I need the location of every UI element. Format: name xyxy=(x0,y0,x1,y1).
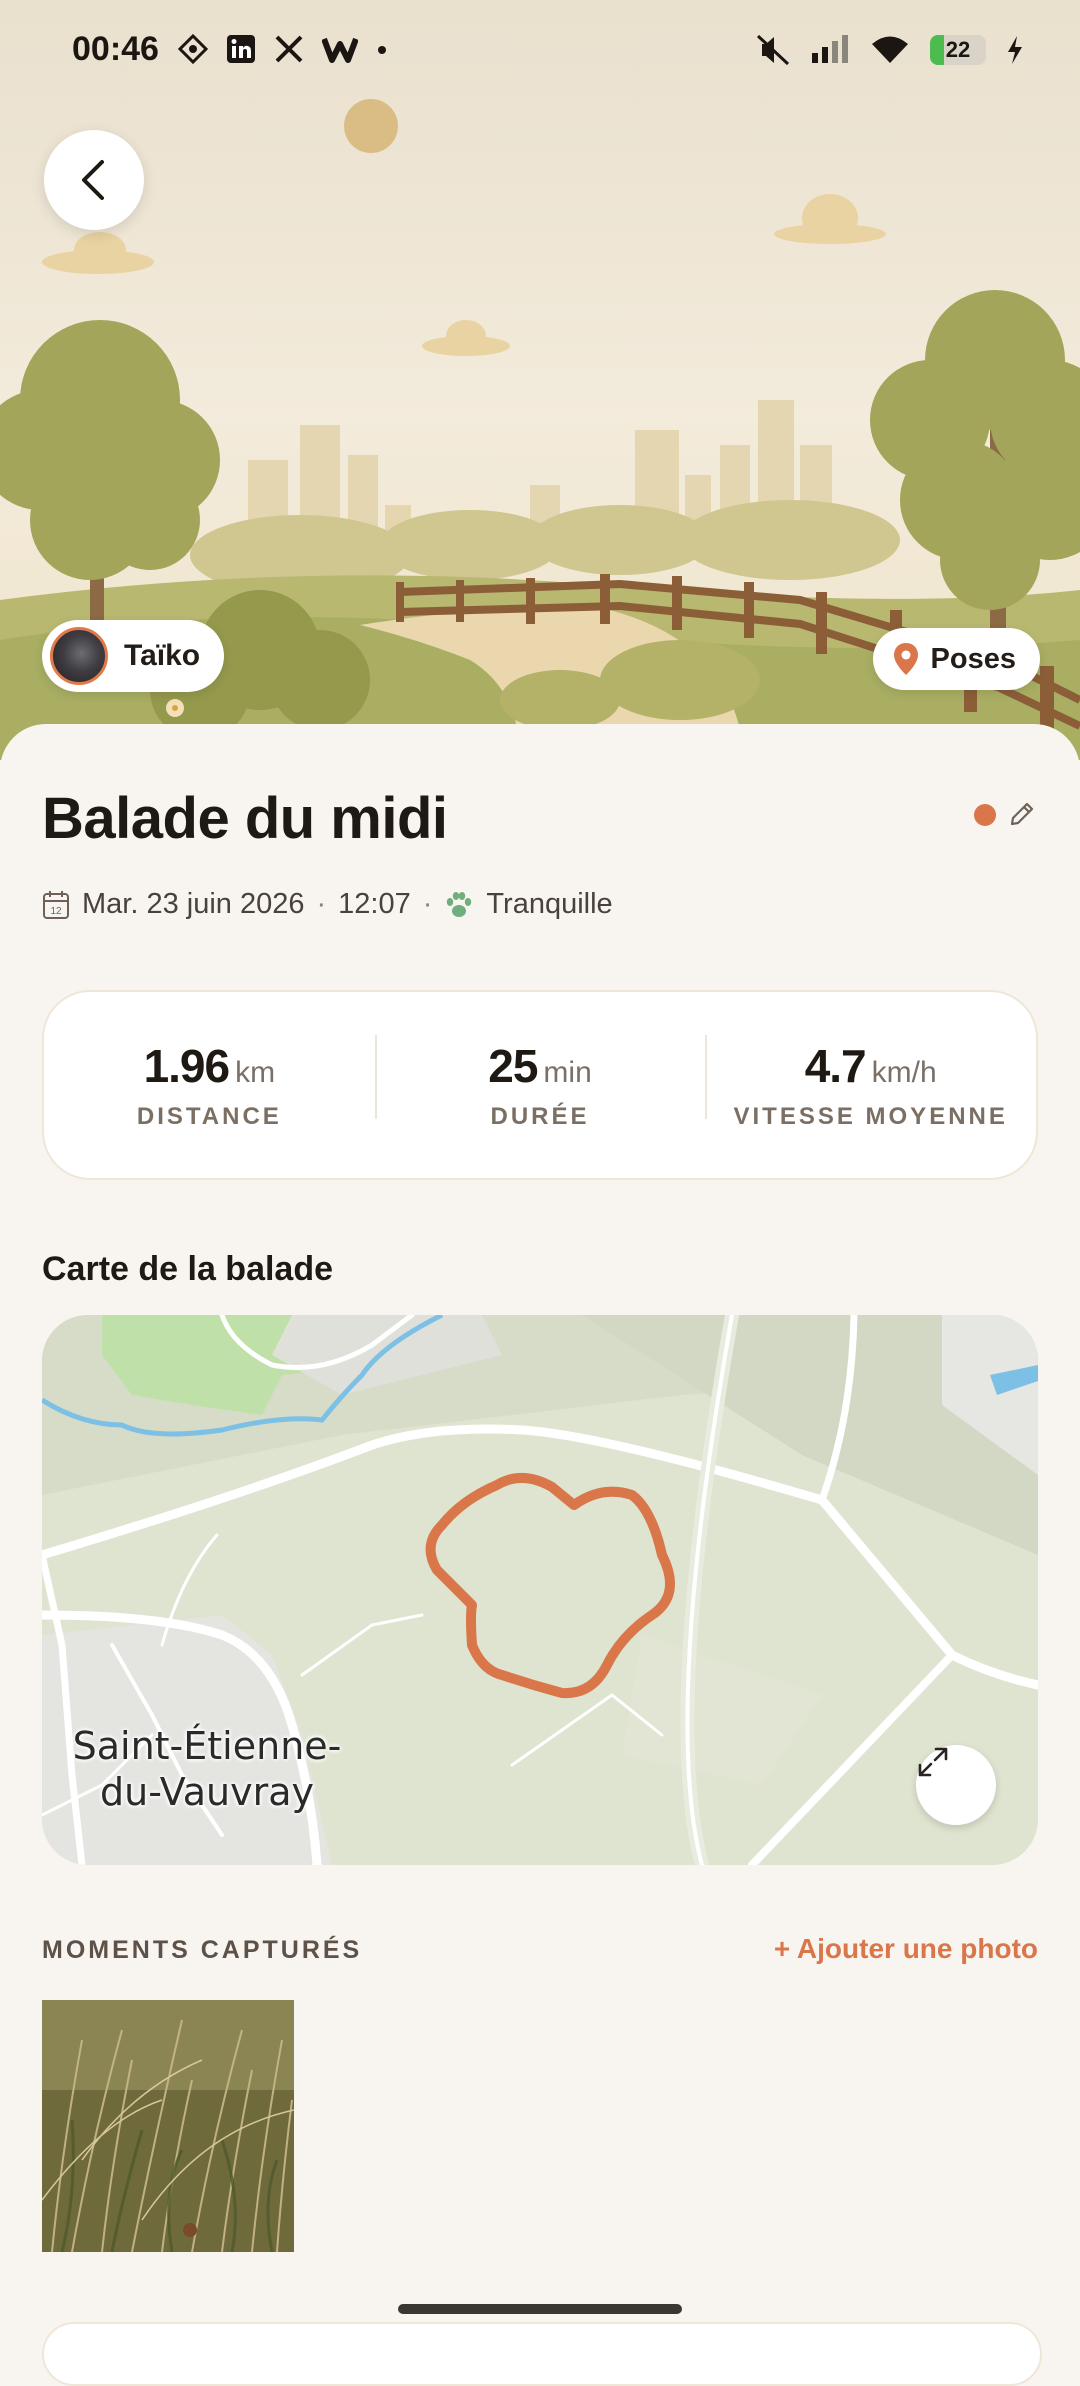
charging-icon xyxy=(1008,36,1022,64)
walk-meta: 12 Mar. 23 juin 2026 · 12:07 · Tranquill… xyxy=(42,888,613,921)
map-place-line2: du-Vauvray xyxy=(100,1770,314,1814)
dog-chip[interactable]: Taïko xyxy=(42,620,225,692)
paw-icon xyxy=(447,891,472,917)
stat-duration: 25 min DURÉE xyxy=(374,1035,706,1131)
map-place-line1: Saint-Étienne- xyxy=(72,1724,342,1768)
stat-label: DURÉE xyxy=(490,1103,590,1130)
status-time: 00:46 xyxy=(72,30,159,68)
stat-value: 1.96 xyxy=(143,1040,231,1092)
expand-icon xyxy=(918,1747,948,1777)
stat-label: DISTANCE xyxy=(136,1103,282,1130)
meta-separator: · xyxy=(422,888,433,920)
poses-label: Poses xyxy=(930,642,1016,675)
svg-text:12: 12 xyxy=(50,906,62,917)
map-place-label: Saint-Étienne- du-Vauvray xyxy=(42,1723,372,1815)
app-diamond-icon xyxy=(178,34,208,64)
map-pin-icon xyxy=(893,643,918,675)
hero-illustration: 00:46 22 Taïko Poses xyxy=(0,0,1080,760)
stat-unit: min xyxy=(543,1056,592,1089)
dog-avatar xyxy=(50,627,108,685)
signal-icon xyxy=(812,35,848,63)
poses-button[interactable]: Poses xyxy=(872,628,1040,690)
stat-value: 4.7 xyxy=(804,1040,867,1092)
stat-speed: 4.7 km/h VITESSE MOYENNE xyxy=(705,1035,1036,1131)
mute-icon xyxy=(756,34,790,66)
stat-distance: 1.96 km DISTANCE xyxy=(44,1039,375,1131)
chevron-left-icon xyxy=(82,160,104,200)
meta-separator: · xyxy=(316,888,327,920)
stats-card: 1.96 km DISTANCE 25 min DURÉE 4.7 km/h VITE… xyxy=(42,990,1038,1180)
map-section-title: Carte de la balade xyxy=(42,1250,334,1288)
stat-value: 25 xyxy=(488,1040,538,1092)
walk-map[interactable]: Saint-Étienne- du-Vauvray xyxy=(42,1315,1038,1865)
expand-map-button[interactable] xyxy=(916,1745,996,1825)
walk-pace: Tranquille xyxy=(486,888,613,920)
linkedin-icon xyxy=(227,35,255,63)
status-dot xyxy=(974,804,996,826)
grass-photo-thumbnail xyxy=(42,2000,294,2252)
w-app-icon xyxy=(322,37,358,63)
stat-unit: km/h xyxy=(871,1056,937,1089)
add-photo-link[interactable]: + Ajouter une photo xyxy=(774,1933,1038,1965)
moments-title: MOMENTS CAPTURÉS xyxy=(42,1936,363,1964)
calendar-icon: 12 xyxy=(43,890,69,919)
notification-icons xyxy=(178,34,388,64)
battery-level: 22 xyxy=(945,37,971,62)
dog-name: Taïko xyxy=(124,639,201,672)
status-bar: 00:46 22 xyxy=(0,0,1080,110)
wifi-icon xyxy=(872,36,908,63)
dot-icon xyxy=(378,46,386,54)
walk-time: 12:07 xyxy=(338,888,411,920)
walk-title: Balade du midi xyxy=(42,786,448,851)
back-button[interactable] xyxy=(44,130,144,230)
walk-date: Mar. 23 juin 2026 xyxy=(82,888,305,920)
system-icons: 22 xyxy=(756,34,1024,66)
captured-photo[interactable] xyxy=(42,2000,294,2252)
battery-icon: 22 xyxy=(930,35,986,65)
home-indicator[interactable] xyxy=(398,2304,682,2314)
next-card xyxy=(42,2322,1042,2386)
x-icon xyxy=(275,35,303,63)
edit-pencil-icon[interactable] xyxy=(1008,800,1036,828)
stat-label: VITESSE MOYENNE xyxy=(733,1103,1008,1130)
stat-unit: km xyxy=(235,1056,276,1089)
